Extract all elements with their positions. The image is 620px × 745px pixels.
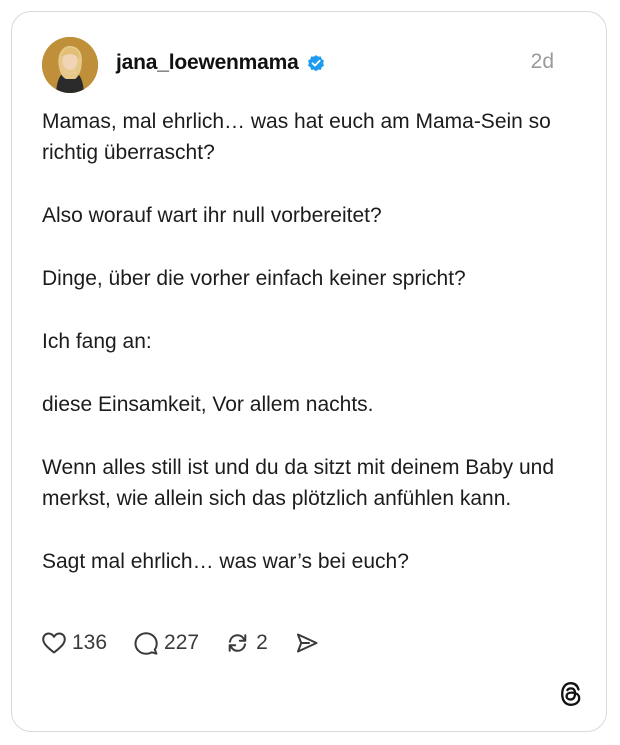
send-icon	[294, 631, 320, 655]
post-paragraph: Dinge, über die vorher einfach keiner sp…	[42, 267, 466, 290]
post-paragraph: Wenn alles still ist und du da sitzt mit…	[42, 456, 555, 510]
like-count: 136	[72, 631, 108, 654]
comment-button[interactable]: 227	[133, 631, 199, 655]
repost-button[interactable]: 2	[225, 631, 268, 655]
share-button[interactable]	[294, 631, 320, 655]
repost-count: 2	[256, 631, 268, 654]
post-paragraph: diese Einsamkeit, Vor allem nachts.	[42, 393, 374, 416]
post-paragraph: Ich fang an:	[42, 330, 152, 353]
repost-icon	[225, 631, 251, 655]
comment-count: 227	[164, 631, 200, 654]
post-paragraph: Also worauf wart ihr null vorbereitet?	[42, 204, 382, 227]
verified-badge-icon	[306, 53, 326, 73]
comment-bubble-icon	[133, 631, 159, 655]
post-timestamp: 2d	[530, 50, 554, 73]
avatar[interactable]	[42, 37, 98, 93]
post-text: Mamas, mal ehrlich… was hat euch am Mama…	[42, 106, 582, 609]
post-paragraph: Sagt mal ehrlich… was war’s bei euch?	[42, 550, 409, 573]
action-bar: 136 227 2	[41, 628, 346, 658]
heart-icon	[41, 631, 67, 655]
author-row: jana_loewenmama	[116, 50, 326, 76]
avatar-image	[42, 37, 98, 93]
post-paragraph: Mamas, mal ehrlich… was hat euch am Mama…	[42, 110, 551, 164]
like-button[interactable]: 136	[41, 631, 107, 655]
threads-logo-icon	[558, 680, 584, 708]
username[interactable]: jana_loewenmama	[116, 51, 299, 75]
